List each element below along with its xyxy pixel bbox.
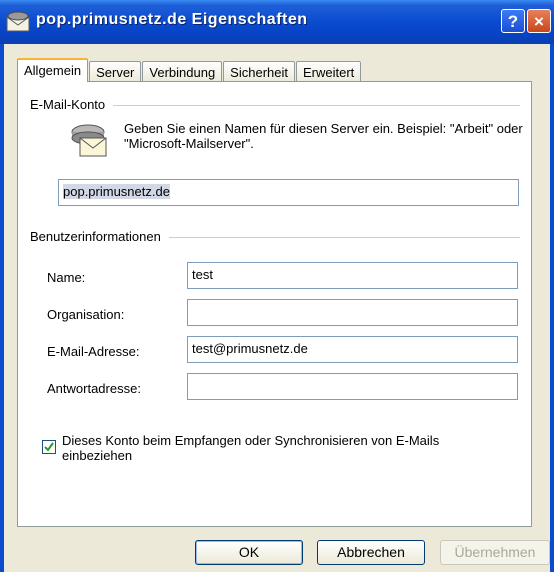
window-frame-left: [0, 44, 4, 572]
account-name-value: pop.primusnetz.de: [63, 184, 170, 199]
ok-button[interactable]: OK: [195, 540, 303, 565]
checkmark-icon: [44, 442, 54, 452]
window-frame-right: [550, 44, 554, 572]
tab-erweitert[interactable]: Erweitert: [295, 61, 362, 82]
tab-server[interactable]: Server: [89, 61, 142, 82]
help-button[interactable]: ?: [501, 9, 525, 33]
reply-address-input[interactable]: [187, 373, 518, 400]
tab-strip: Allgemein Server Verbindung Sicherheit E…: [17, 58, 362, 82]
account-description: Geben Sie einen Namen für diesen Server …: [124, 121, 523, 151]
mail-server-icon: [71, 124, 107, 157]
tab-allgemein[interactable]: Allgemein: [17, 58, 89, 82]
account-name-input[interactable]: pop.primusnetz.de: [58, 179, 519, 206]
reply-address-label: Antwortadresse:: [47, 381, 141, 396]
name-input[interactable]: test: [187, 262, 518, 289]
group-label-user-info: Benutzerinformationen: [30, 229, 169, 244]
organisation-input[interactable]: [187, 299, 518, 326]
email-label: E-Mail-Adresse:: [47, 344, 140, 359]
apply-button[interactable]: Übernehmen: [440, 540, 550, 565]
organisation-label: Organisation:: [47, 307, 125, 322]
email-input[interactable]: test@primusnetz.de: [187, 336, 518, 363]
tab-sicherheit[interactable]: Sicherheit: [223, 61, 295, 82]
cancel-button[interactable]: Abbrechen: [317, 540, 425, 565]
close-button[interactable]: ×: [527, 9, 551, 33]
include-account-label[interactable]: Dieses Konto beim Empfangen oder Synchro…: [62, 433, 502, 463]
name-label: Name:: [47, 270, 86, 285]
tab-verbindung[interactable]: Verbindung: [142, 61, 223, 82]
group-label-email-account: E-Mail-Konto: [30, 97, 114, 112]
title-bar[interactable]: pop.primusnetz.de Eigenschaften ? ×: [0, 0, 554, 44]
window-title: pop.primusnetz.de Eigenschaften: [36, 11, 308, 28]
include-account-checkbox[interactable]: [42, 440, 56, 454]
mail-window-icon: [6, 11, 30, 32]
tab-panel-allgemein: E-Mail-Konto Geben Sie einen Namen für d…: [17, 81, 532, 527]
